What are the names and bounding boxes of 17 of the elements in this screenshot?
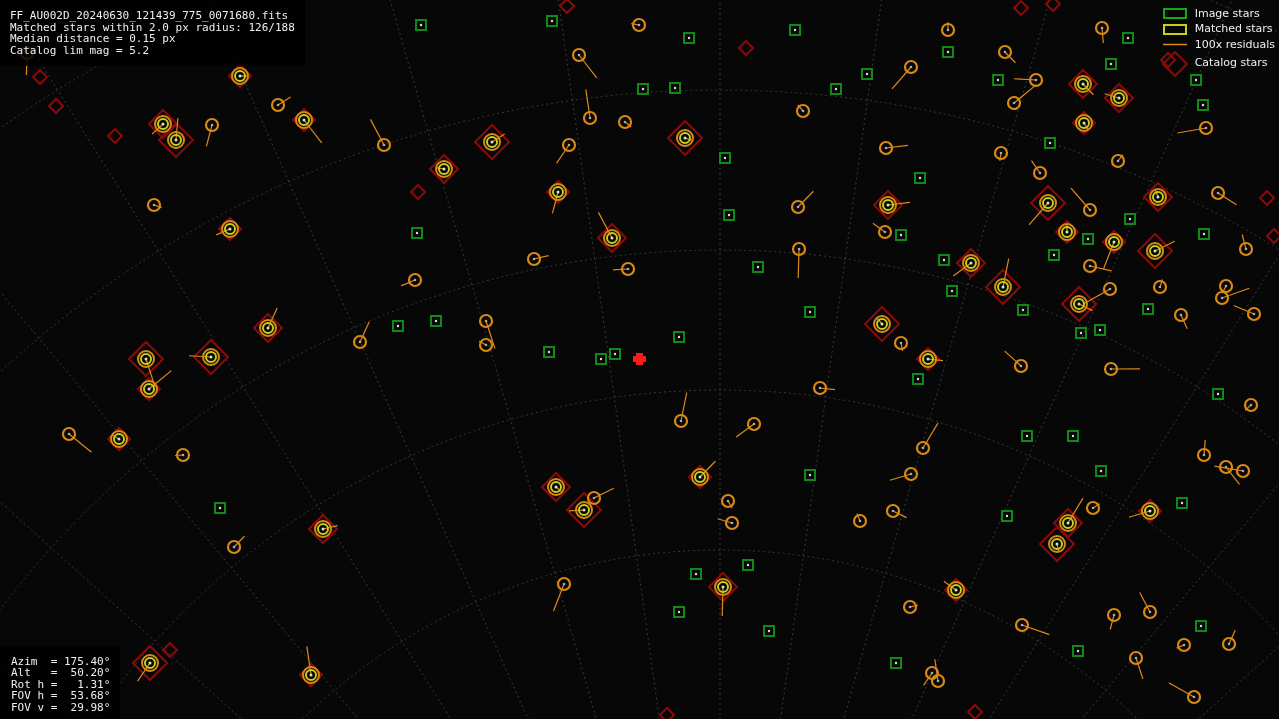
pointing-line: FOV v = 29.98° [11, 701, 111, 713]
legend-label: Catalog stars [1194, 55, 1268, 72]
legend-rectangle-icon [1162, 23, 1187, 35]
info-line: FF_AU002D_20240630_121439_775_0071680.fits [10, 10, 290, 22]
legend-label: Matched stars [1194, 21, 1273, 37]
legend-diamond-icon [1161, 50, 1188, 77]
pointing-line: FOV h = 53.68° [11, 690, 111, 702]
legend-label: Image stars [1194, 5, 1260, 22]
info-line: Matched stars within 2.0 px radius: 126/188 [10, 21, 295, 33]
pointing-line: Rot h = 1.31° [11, 678, 111, 690]
legend-square-icon [1162, 8, 1187, 20]
legend-label: 100x residuals [1194, 36, 1275, 53]
legend-line-icon [1162, 43, 1187, 47]
pointing-line: Azim = 175.40° [11, 655, 111, 667]
pointing-line: Alt = 50.20° [11, 667, 111, 679]
info-line: Median distance = 0.15 px [10, 33, 176, 45]
info-line: Catalog lim mag = 5.2 [10, 44, 151, 56]
